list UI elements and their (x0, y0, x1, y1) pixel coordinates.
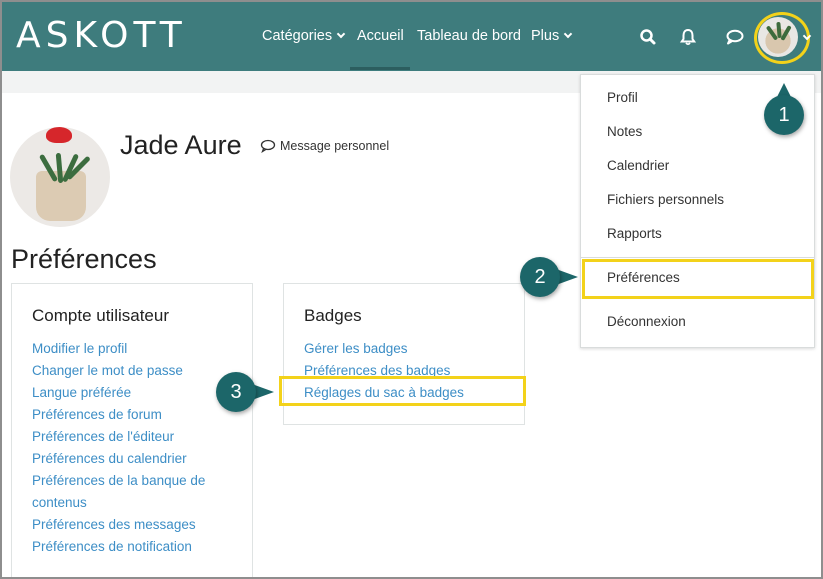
link-manage-badges[interactable]: Gérer les badges (304, 340, 408, 358)
link-editor-preferences[interactable]: Préférences de l'éditeur (32, 428, 174, 446)
personal-message-link[interactable]: Message personnel (260, 138, 389, 154)
callout-3: 3 (216, 372, 274, 416)
menu-item-rapports[interactable]: Rapports (607, 225, 662, 243)
page-title: Préférences (11, 244, 157, 274)
search-icon[interactable] (637, 26, 659, 48)
callout-1: 1 (764, 83, 808, 139)
menu-item-profil[interactable]: Profil (607, 89, 638, 107)
nav-plus[interactable]: Plus (531, 26, 573, 46)
menu-divider (581, 257, 814, 258)
nav-tableau-de-bord[interactable]: Tableau de bord (417, 26, 521, 46)
link-message-preferences[interactable]: Préférences des messages (32, 516, 196, 534)
card-title: Badges (304, 306, 362, 325)
menu-item-fichiers-personnels[interactable]: Fichiers personnels (607, 191, 724, 209)
link-forum-preferences[interactable]: Préférences de forum (32, 406, 162, 424)
menu-item-calendrier[interactable]: Calendrier (607, 157, 669, 175)
user-full-name: Jade Aure (120, 130, 242, 160)
chevron-down-icon (563, 29, 573, 39)
link-content-bank-preferences-cont[interactable]: contenus (32, 494, 87, 512)
callout-number: 3 (230, 381, 242, 403)
nav-accueil[interactable]: Accueil (357, 26, 404, 46)
link-edit-profile[interactable]: Modifier le profil (32, 340, 127, 358)
link-preferred-language[interactable]: Langue préférée (32, 384, 131, 402)
active-nav-indicator (350, 67, 410, 70)
screenshot-frame: ASKOTT Catégories Accueil Tableau de bor… (0, 0, 823, 579)
link-notification-preferences[interactable]: Préférences de notification (32, 538, 192, 556)
speech-bubble-icon (260, 139, 276, 154)
nav-categories-label: Catégories (262, 28, 333, 44)
bell-icon[interactable] (677, 26, 699, 48)
chat-icon[interactable] (724, 26, 746, 48)
menu-item-deconnexion[interactable]: Déconnexion (607, 313, 686, 331)
callout-number: 1 (778, 104, 790, 126)
link-change-password[interactable]: Changer le mot de passe (32, 362, 183, 380)
highlight-preferences-menu-item (582, 259, 814, 299)
site-logo[interactable]: ASKOTT (16, 16, 187, 56)
link-calendar-preferences[interactable]: Préférences du calendrier (32, 450, 187, 468)
chevron-down-icon (336, 29, 346, 39)
nav-categories[interactable]: Catégories (262, 26, 346, 46)
nav-plus-label: Plus (531, 28, 560, 44)
nav-tableau-de-bord-label: Tableau de bord (417, 28, 521, 44)
personal-message-label: Message personnel (280, 139, 390, 153)
menu-item-notes[interactable]: Notes (607, 123, 642, 141)
callout-2: 2 (520, 257, 578, 301)
card-user-account: Compte utilisateur Modifier le profil Ch… (11, 283, 253, 577)
highlight-backpack-settings (279, 376, 526, 406)
avatar-bow (46, 127, 72, 143)
link-content-bank-preferences[interactable]: Préférences de la banque de (32, 472, 205, 490)
highlight-avatar (754, 12, 810, 64)
callout-number: 2 (534, 266, 546, 288)
nav-accueil-label: Accueil (357, 28, 404, 44)
top-navbar: ASKOTT Catégories Accueil Tableau de bor… (2, 2, 821, 71)
profile-avatar (10, 127, 110, 227)
card-title: Compte utilisateur (32, 306, 170, 325)
